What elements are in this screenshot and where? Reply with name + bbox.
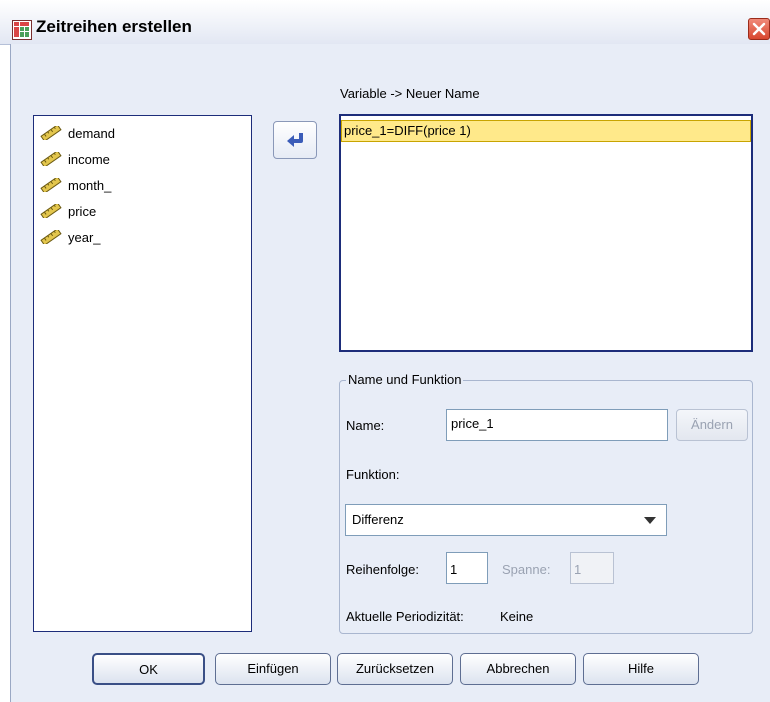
order-input[interactable]: 1 <box>446 552 488 584</box>
ruler-icon <box>40 230 62 244</box>
change-button[interactable]: Ändern <box>676 409 748 441</box>
function-value: Differenz <box>352 512 404 527</box>
name-label: Name: <box>346 418 385 433</box>
result-list-header: Variable -> Neuer Name <box>340 86 480 101</box>
function-select[interactable]: Differenz <box>345 504 667 536</box>
cancel-button[interactable]: Abbrechen <box>460 653 576 685</box>
move-variable-button[interactable] <box>273 121 317 159</box>
variable-label: month_ <box>68 177 112 193</box>
variable-label: income <box>68 151 110 167</box>
variable-label: year_ <box>68 229 101 245</box>
list-item[interactable]: demand <box>40 122 115 144</box>
span-label: Spanne: <box>502 562 551 577</box>
group-legend: Name und Funktion <box>346 372 464 387</box>
variable-list[interactable]: demand income month_ price year_ <box>33 115 252 632</box>
help-button[interactable]: Hilfe <box>583 653 699 685</box>
list-item[interactable]: price <box>40 200 96 222</box>
dropdown-arrow-icon <box>644 517 656 524</box>
ruler-icon <box>40 178 62 192</box>
periodicity-value: Keine <box>500 609 534 624</box>
paste-button[interactable]: Einfügen <box>215 653 331 685</box>
ruler-icon <box>40 126 62 140</box>
order-label: Reihenfolge: <box>346 562 419 577</box>
spreadsheet-icon <box>12 20 32 40</box>
list-item[interactable]: year_ <box>40 226 101 248</box>
ruler-icon <box>40 152 62 166</box>
span-input[interactable]: 1 <box>570 552 614 584</box>
ruler-icon <box>40 204 62 218</box>
close-icon <box>752 22 766 36</box>
periodicity-label: Aktuelle Periodizität: <box>346 609 464 624</box>
variable-label: price <box>68 203 97 219</box>
window-title: Zeitreihen erstellen <box>36 17 192 36</box>
ok-button[interactable]: OK <box>92 653 205 685</box>
variable-label: demand <box>68 125 115 141</box>
name-input[interactable]: price_1 <box>446 409 668 441</box>
return-arrow-icon <box>287 133 303 147</box>
list-item[interactable]: income <box>40 148 110 170</box>
list-item-selected[interactable]: price_1=DIFF(price 1) <box>341 120 751 142</box>
function-label: Funktion: <box>346 467 400 482</box>
reset-button[interactable]: Zurücksetzen <box>337 653 453 685</box>
close-button[interactable] <box>748 18 770 40</box>
list-item[interactable]: month_ <box>40 174 111 196</box>
variable-new-name-list[interactable]: price_1=DIFF(price 1) <box>339 114 753 352</box>
